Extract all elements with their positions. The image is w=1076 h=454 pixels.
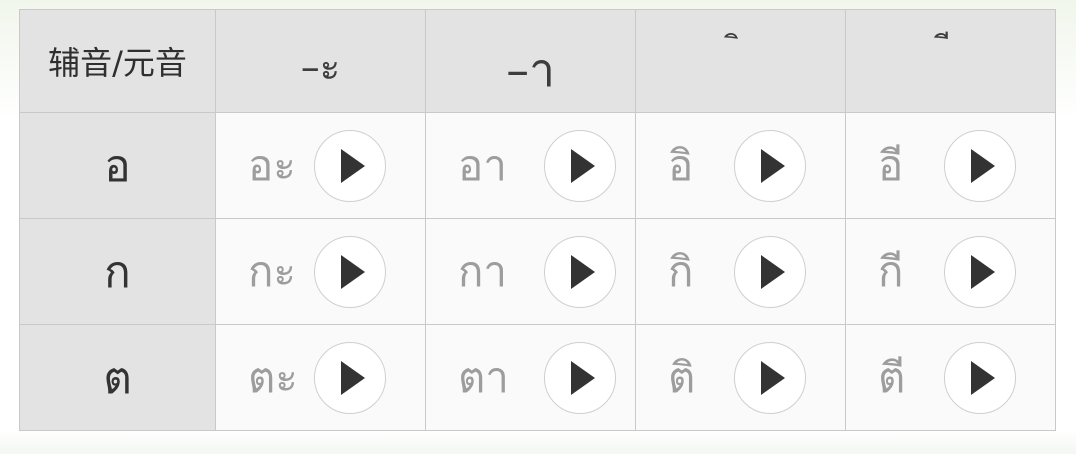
syllable-cell: อิ <box>635 112 846 219</box>
syllable-cell: ตี <box>845 324 1056 431</box>
play-button[interactable] <box>734 235 806 308</box>
play-button[interactable] <box>544 235 616 308</box>
syllable-cell: กะ <box>215 218 426 325</box>
play-button[interactable] <box>944 129 1016 202</box>
background-bottom <box>0 430 1076 454</box>
play-icon <box>761 148 785 183</box>
vowel-header-a-long: –า <box>425 9 636 113</box>
play-button[interactable] <box>544 341 616 414</box>
play-icon <box>341 360 365 395</box>
consonant-row-to: ต ตะ ตา ติ ตี <box>19 324 1056 431</box>
syllable-text: ติ <box>668 352 696 402</box>
play-icon <box>571 360 595 395</box>
play-icon <box>341 148 365 183</box>
syllable-text: กี <box>878 246 904 296</box>
syllable-text: กา <box>458 246 508 296</box>
play-icon <box>971 254 995 289</box>
play-icon <box>571 254 595 289</box>
play-icon <box>971 360 995 395</box>
syllable-text: กะ <box>248 246 296 296</box>
syllable-text: ตี <box>878 352 906 402</box>
play-icon <box>761 360 785 395</box>
syllable-cell: ตา <box>425 324 636 431</box>
vowel-header-label: –า <box>506 43 555 97</box>
consonant-row-o: อ อะ อา อิ อี <box>19 112 1056 219</box>
play-button[interactable] <box>544 129 616 202</box>
vowel-header-i-long: ี <box>845 9 1056 113</box>
play-button[interactable] <box>314 129 386 202</box>
syllable-cell: ติ <box>635 324 846 431</box>
play-icon <box>761 254 785 289</box>
vowel-header-i-short: ิ <box>635 9 846 113</box>
syllable-text: กิ <box>668 246 694 296</box>
syllable-table: 辅音/元音 –ะ –า ิ ี อ อะ อา อิ อี <box>19 9 1056 431</box>
syllable-text: อิ <box>668 140 694 190</box>
corner-label: 辅音/元音 <box>19 9 216 113</box>
play-icon <box>571 148 595 183</box>
syllable-cell: อะ <box>215 112 426 219</box>
header-row: 辅音/元音 –ะ –า ิ ี <box>19 9 1056 113</box>
play-button[interactable] <box>734 341 806 414</box>
syllable-text: ตา <box>458 352 509 402</box>
play-icon <box>341 254 365 289</box>
syllable-text: อา <box>458 140 507 190</box>
play-button[interactable] <box>314 235 386 308</box>
syllable-cell: กี <box>845 218 1056 325</box>
consonant-label: อ <box>19 112 216 219</box>
play-button[interactable] <box>944 341 1016 414</box>
syllable-cell: ตะ <box>215 324 426 431</box>
syllable-cell: อี <box>845 112 1056 219</box>
syllable-cell: กา <box>425 218 636 325</box>
syllable-cell: อา <box>425 112 636 219</box>
syllable-text: อะ <box>248 140 296 190</box>
syllable-text: ตะ <box>248 352 298 402</box>
vowel-header-label: –ะ <box>300 45 341 89</box>
play-icon <box>971 148 995 183</box>
play-button[interactable] <box>944 235 1016 308</box>
consonant-row-ko: ก กะ กา กิ กี <box>19 218 1056 325</box>
consonant-label: ก <box>19 218 216 325</box>
syllable-cell: กิ <box>635 218 846 325</box>
play-button[interactable] <box>314 341 386 414</box>
play-button[interactable] <box>734 129 806 202</box>
syllable-text: อี <box>878 140 904 190</box>
consonant-label: ต <box>19 324 216 431</box>
vowel-header-a-short: –ะ <box>215 9 426 113</box>
